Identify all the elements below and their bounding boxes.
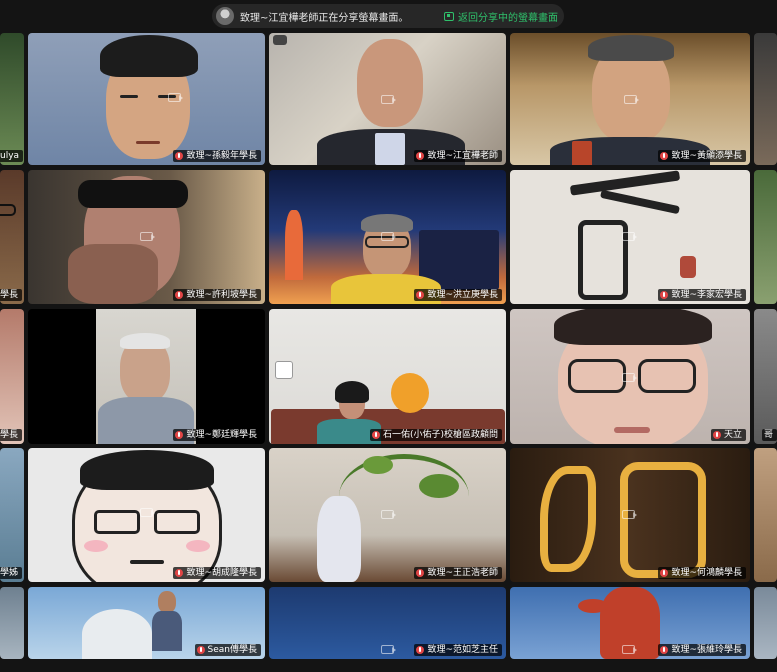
participant-name-label: 學長 (0, 289, 23, 301)
participant-name-label: 哥 (761, 429, 777, 441)
participant-name-label: Sean傅學長 (194, 644, 261, 656)
participant-name-label: 致理~何鴻麟學長 (658, 567, 746, 579)
video-tile-right-r4[interactable] (754, 448, 777, 582)
screen-share-banner: 致理~江宜樺老師正在分享螢幕畫面。 返回分享中的螢幕畫面 (212, 4, 564, 28)
video-tile-r3c3[interactable]: 天立 (510, 309, 750, 444)
participant-name-label: 石一佑(小佑子)校槍區政顧問 (369, 429, 502, 441)
participant-name-label: ulya (0, 150, 24, 162)
mic-muted-icon (175, 431, 184, 439)
screen-share-icon (444, 11, 454, 21)
video-tile-left-r4[interactable]: 學姊 (0, 448, 24, 582)
mic-muted-icon (416, 152, 425, 160)
participant-name-label: 致理~胡成隆學長 (173, 567, 261, 579)
video-tile-r4c1[interactable]: 致理~胡成隆學長 (28, 448, 265, 582)
mic-muted-icon (416, 569, 425, 577)
video-tile-r4c2[interactable]: 致理~王正浩老師 (269, 448, 506, 582)
mic-muted-icon (175, 152, 184, 160)
mic-muted-icon (660, 646, 669, 654)
participant-name-label: 學姊 (0, 567, 23, 579)
video-tile-r1c3[interactable]: 致理~黃顯添學長 (510, 33, 750, 165)
video-tile-r4c3[interactable]: 致理~何鴻麟學長 (510, 448, 750, 582)
participant-name-label: 學長 (0, 429, 23, 441)
return-to-shared-screen-button[interactable]: 返回分享中的螢幕畫面 (444, 9, 558, 24)
participant-name-label: 致理~洪立庚學長 (414, 289, 502, 301)
video-tile-right-r2[interactable] (754, 170, 777, 304)
mic-muted-icon (175, 569, 184, 577)
mic-muted-icon (175, 291, 184, 299)
video-tile-right-r1[interactable] (754, 33, 777, 165)
presenter-avatar (216, 7, 234, 25)
video-tile-right-r3[interactable]: 哥 (754, 309, 777, 444)
participant-name-label: 致理~王正浩老師 (414, 567, 502, 579)
video-tile-r5c2[interactable]: 致理~范如芝主任 (269, 587, 506, 659)
mic-muted-icon (660, 569, 669, 577)
mic-muted-icon (416, 646, 425, 654)
mic-muted-icon (196, 646, 205, 654)
video-tile-r5c1[interactable]: Sean傅學長 (28, 587, 265, 659)
video-tile-r3c2[interactable]: 石一佑(小佑子)校槍區政顧問 (269, 309, 506, 444)
video-tile-r5c3[interactable]: 致理~張維玲學長 (510, 587, 750, 659)
video-tile-r2c2[interactable]: 致理~洪立庚學長 (269, 170, 506, 304)
video-tile-r2c3[interactable]: 致理~李家宏學長 (510, 170, 750, 304)
video-tile-left-r5[interactable] (0, 587, 24, 659)
return-to-shared-screen-label: 返回分享中的螢幕畫面 (458, 12, 558, 24)
participant-name-label: 致理~黃顯添學長 (658, 150, 746, 162)
video-tile-r2c1[interactable]: 致理~許利坡學長 (28, 170, 265, 304)
mic-muted-icon (660, 152, 669, 160)
video-tile-right-r5[interactable] (754, 587, 777, 659)
participant-name-label: 致理~江宜樺老師 (414, 150, 502, 162)
video-tile-r3c1[interactable]: 致理~鄭廷輝學長 (28, 309, 265, 444)
participant-name-label: 致理~鄭廷輝學長 (173, 429, 261, 441)
participant-name-label: 致理~李家宏學長 (658, 289, 746, 301)
video-tile-r1c1[interactable]: 致理~孫毅年學長 (28, 33, 265, 165)
video-tile-r1c2[interactable]: 致理~江宜樺老師 (269, 33, 506, 165)
video-tile-left-r3[interactable]: 學長 (0, 309, 24, 444)
participant-name-label: 致理~范如芝主任 (414, 644, 502, 656)
video-tile-left-r1[interactable]: ulya (0, 33, 24, 165)
mic-muted-icon (416, 291, 425, 299)
mic-muted-icon (371, 431, 380, 439)
screen-share-status-text: 致理~江宜樺老師正在分享螢幕畫面。 (240, 12, 409, 24)
participant-name-label: 致理~張維玲學長 (658, 644, 746, 656)
participant-name-label: 天立 (710, 429, 746, 441)
mic-muted-icon (660, 291, 669, 299)
participant-name-label: 致理~孫毅年學長 (173, 150, 261, 162)
video-tile-left-r2[interactable]: 學長 (0, 170, 24, 304)
mic-muted-icon (712, 431, 721, 439)
participant-name-label: 致理~許利坡學長 (173, 289, 261, 301)
